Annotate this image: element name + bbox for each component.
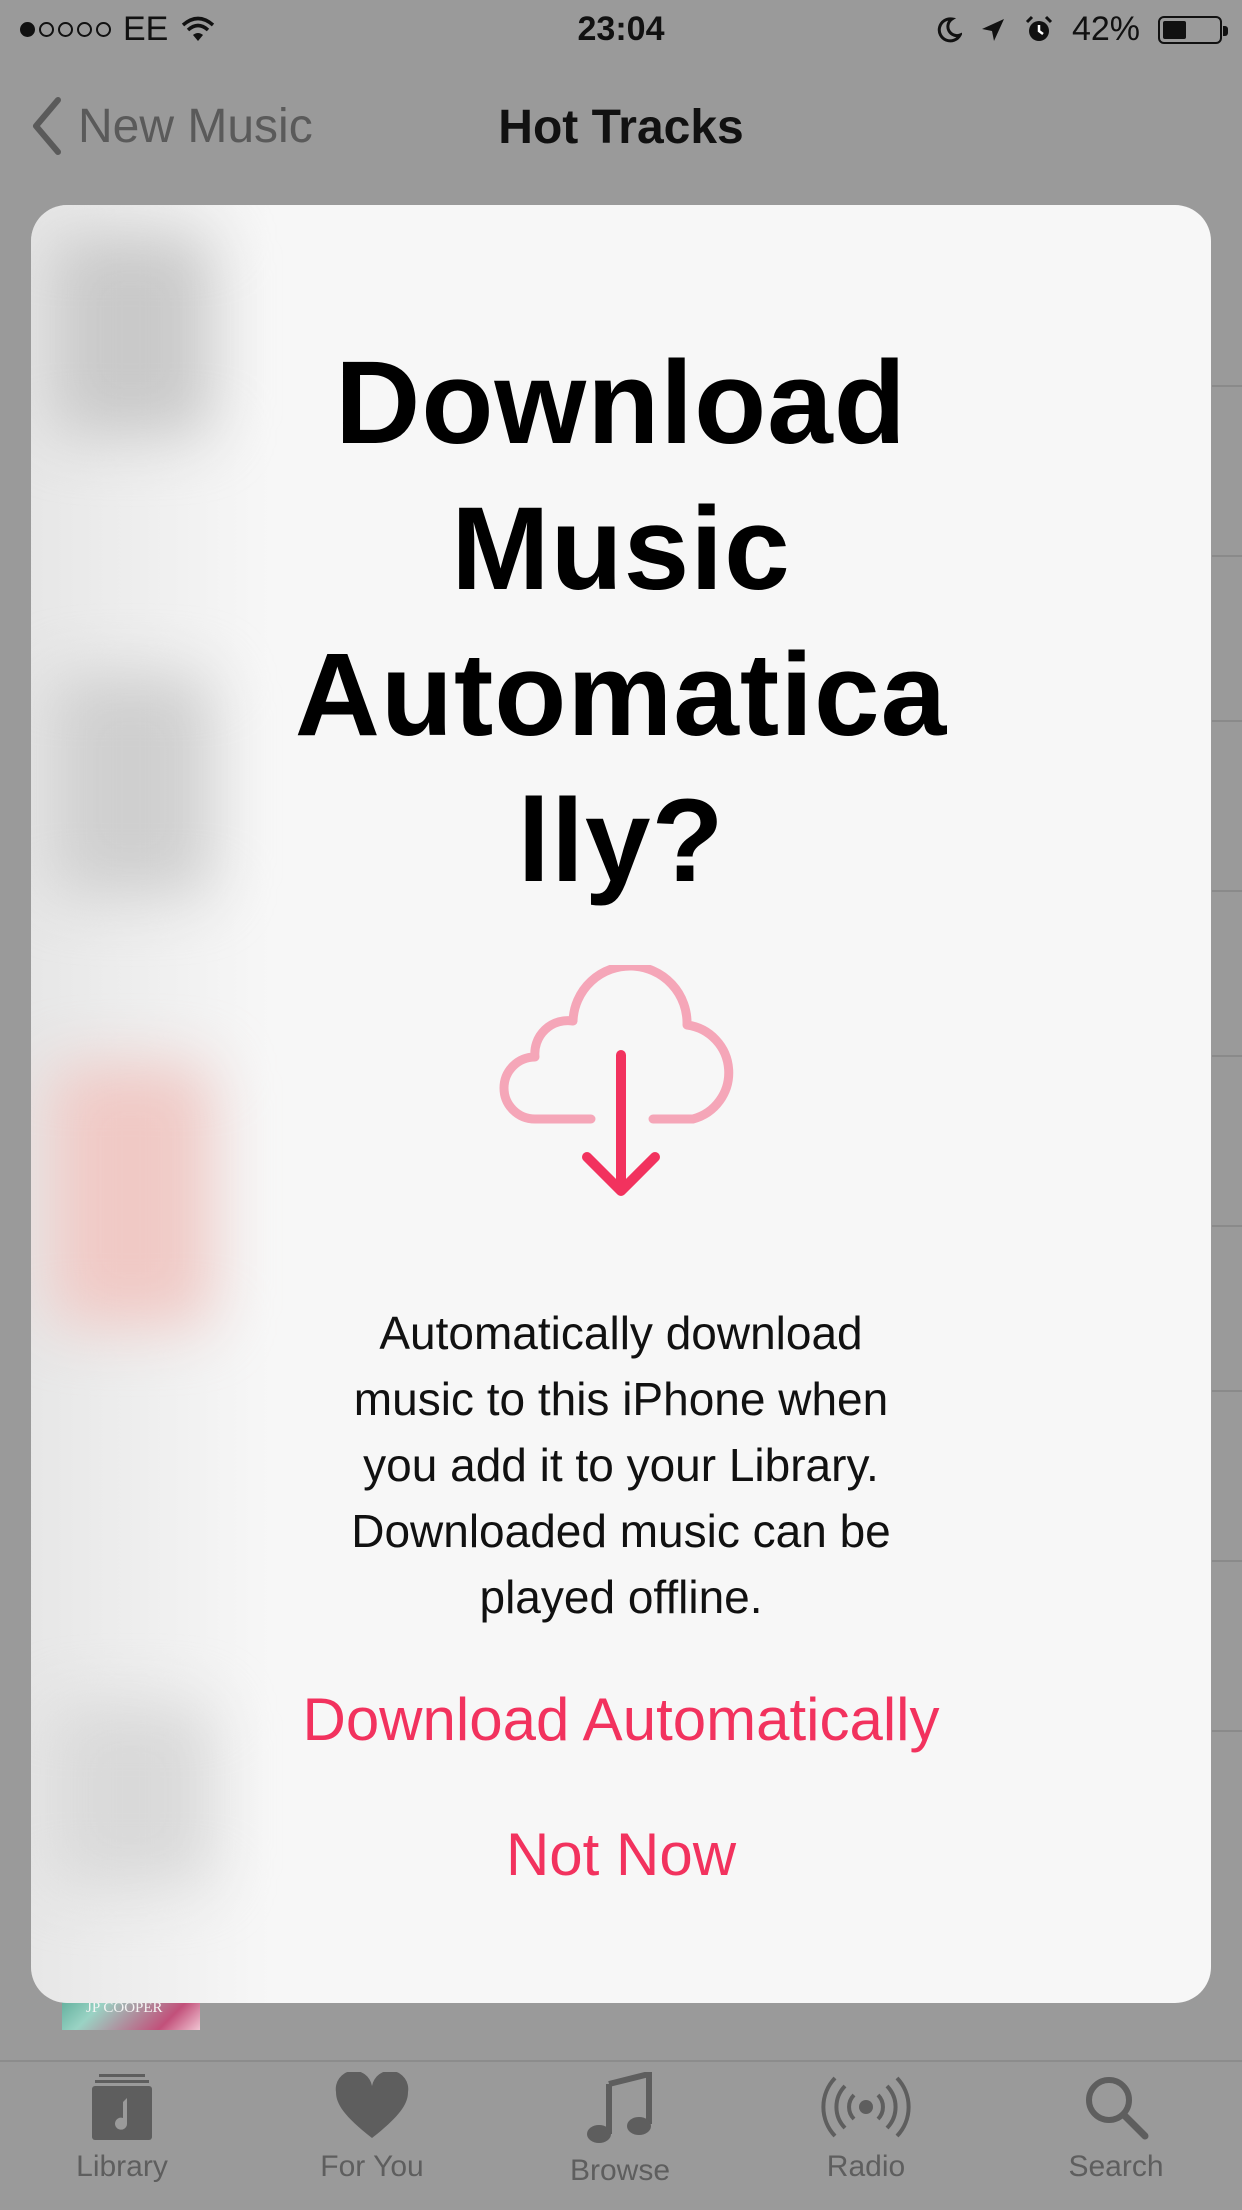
dialog-message: Automatically download music to this iPh… bbox=[281, 1300, 961, 1630]
download-automatically-button[interactable]: Download Automatically bbox=[171, 1685, 1071, 1754]
tab-label: Browse bbox=[569, 2154, 671, 2187]
cloud-download-icon bbox=[499, 965, 734, 1196]
location-arrow-icon bbox=[981, 18, 1004, 41]
dialog-message-line: music to this iPhone when bbox=[353, 1373, 889, 1425]
tab-label: Search bbox=[1068, 2150, 1164, 2183]
page-title: Hot Tracks bbox=[498, 101, 744, 154]
dialog-title-line: Automatica bbox=[294, 629, 948, 761]
tab-browse[interactable]: Browse bbox=[520, 2072, 720, 2188]
dialog-message-line: Automatically download bbox=[379, 1307, 863, 1359]
moon-icon bbox=[937, 16, 962, 42]
tab-label: For You bbox=[320, 2150, 424, 2183]
tab-bar: Library For You Browse Radio Search bbox=[0, 2060, 1242, 2210]
search-icon bbox=[1086, 2077, 1149, 2140]
battery-percent: 42% bbox=[1071, 10, 1140, 48]
status-right: 42% bbox=[936, 10, 1228, 49]
dialog-message-line: played offline. bbox=[479, 1571, 763, 1623]
heart-icon bbox=[335, 2072, 409, 2138]
tab-label: Radio bbox=[826, 2150, 906, 2183]
tab-library[interactable]: Library bbox=[22, 2072, 222, 2184]
dialog-title: Download Music Automatica lly? bbox=[211, 330, 1031, 914]
navigation-bar: New Music Hot Tracks bbox=[0, 60, 1242, 190]
dialog-message-line: Downloaded music can be bbox=[351, 1505, 891, 1557]
dialog-title-line: lly? bbox=[517, 775, 725, 907]
dialog-title-line: Music bbox=[451, 483, 791, 615]
tab-label: Library bbox=[76, 2150, 168, 2183]
not-now-button[interactable]: Not Now bbox=[371, 1820, 871, 1889]
status-bar: EE 23:04 42% bbox=[0, 0, 1242, 60]
dialog-message-line: you add it to your Library. bbox=[363, 1439, 879, 1491]
library-icon bbox=[92, 2074, 152, 2140]
tab-search[interactable]: Search bbox=[1016, 2072, 1216, 2184]
battery-icon bbox=[1158, 15, 1228, 44]
dialog-title-line: Download bbox=[335, 337, 907, 469]
radio-icon bbox=[821, 2076, 911, 2138]
alarm-icon bbox=[1025, 15, 1052, 41]
download-prompt-dialog: Download Music Automatica lly? Automatic… bbox=[31, 205, 1211, 2003]
music-note-icon bbox=[587, 2072, 652, 2143]
tab-for-you[interactable]: For You bbox=[272, 2072, 472, 2184]
tab-radio[interactable]: Radio bbox=[766, 2072, 966, 2184]
